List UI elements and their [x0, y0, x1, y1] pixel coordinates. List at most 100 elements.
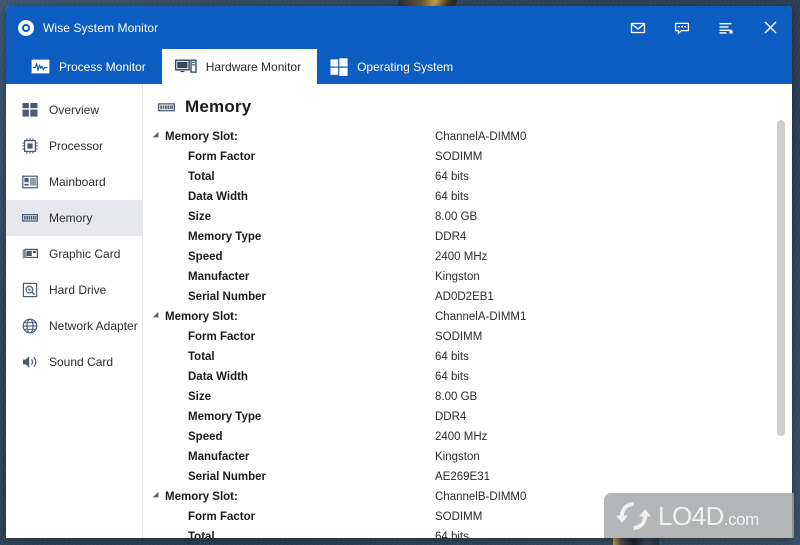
sidebar-item-network-adapter[interactable]: Network Adapter — [6, 308, 142, 344]
memory-detail-row: Speed 2400 MHz — [143, 247, 792, 267]
memory-detail-row: Form Factor SODIMM — [143, 147, 792, 167]
memory-detail-row: Memory Type DDR4 — [143, 227, 792, 247]
close-icon[interactable] — [748, 6, 792, 49]
process-monitor-icon — [31, 59, 50, 74]
detail-key: Total — [188, 351, 215, 363]
title-bar-brand: Wise System Monitor — [18, 6, 158, 49]
sidebar-item-sound-card[interactable]: Sound Card — [6, 344, 142, 380]
sidebar-item-hard-drive[interactable]: Hard Drive — [6, 272, 142, 308]
detail-key: Data Width — [188, 371, 248, 383]
memory-detail-list: Memory Slot: ChannelA-DIMM0 Form Factor SOD… — [143, 127, 792, 538]
sidebar-item-processor[interactable]: Processor — [6, 128, 142, 164]
memory-detail-row: Data Width 64 bits — [143, 187, 792, 207]
tab-process-monitor[interactable]: Process Monitor — [18, 49, 162, 84]
scrollbar-track[interactable] — [777, 120, 785, 486]
content-panel: Memory Memory Slot: ChannelA-DIMM0 Form Fa… — [143, 84, 792, 538]
operating-system-icon — [330, 57, 348, 76]
detail-key: Form Factor — [188, 511, 256, 523]
detail-key: Form Factor — [188, 331, 256, 343]
detail-value: SODIMM — [435, 151, 483, 163]
desktop-background: Wise System Monitor Process Monitor Hard… — [0, 0, 800, 545]
memory-detail-row: Size 8.00 GB — [143, 387, 792, 407]
graphic-card-icon — [22, 248, 38, 259]
memory-detail-row: Size 8.00 GB — [143, 207, 792, 227]
detail-value: 64 bits — [435, 371, 469, 383]
processor-icon — [22, 138, 38, 154]
memory-slot-group-row[interactable]: Memory Slot: ChannelA-DIMM0 — [143, 127, 792, 147]
sidebar-item-label: Processor — [49, 139, 104, 153]
detail-value: 2400 MHz — [435, 431, 488, 443]
detail-key: Size — [188, 391, 212, 403]
detail-value: 8.00 GB — [435, 211, 478, 223]
sidebar-item-label: Graphic Card — [49, 247, 121, 261]
sidebar-item-label: Memory — [49, 211, 93, 225]
detail-value: AD0D2EB1 — [435, 291, 494, 303]
app-window: Wise System Monitor Process Monitor Hard… — [6, 6, 792, 538]
hardware-monitor-icon — [174, 59, 197, 73]
sidebar-item-label: Overview — [49, 103, 100, 117]
detail-value: Kingston — [435, 451, 480, 463]
sound-card-icon — [23, 356, 37, 368]
scrollbar-thumb[interactable] — [777, 120, 785, 436]
memory-icon — [22, 213, 38, 222]
tab-label: Process Monitor — [59, 59, 146, 74]
memory-icon — [158, 102, 175, 111]
sidebar-item-label: Sound Card — [49, 355, 114, 369]
window-title: Wise System Monitor — [43, 20, 159, 35]
tab-label: Hardware Monitor — [205, 59, 302, 74]
sidebar-item-label: Hard Drive — [49, 283, 107, 297]
menu-icon[interactable] — [704, 6, 748, 49]
detail-value: SODIMM — [435, 331, 483, 343]
memory-detail-row: Form Factor SODIMM — [143, 327, 792, 347]
mail-icon[interactable] — [616, 6, 660, 49]
tab-label: Operating System — [357, 59, 454, 74]
detail-value: 64 bits — [435, 351, 469, 363]
refresh-arrows-icon — [616, 501, 651, 530]
detail-value: 2400 MHz — [435, 251, 488, 263]
detail-key: Serial Number — [188, 471, 266, 483]
detail-value: ChannelB-DIMM0 — [435, 491, 527, 503]
tab-strip: Process Monitor Hardware Monitor Operati… — [6, 49, 792, 84]
detail-value: DDR4 — [435, 231, 467, 243]
sidebar: Overview Processor Mainboard Memory Grap… — [6, 84, 143, 538]
memory-detail-row: Serial Number AE269E31 — [143, 467, 792, 487]
memory-detail-row: Data Width 64 bits — [143, 367, 792, 387]
sidebar-item-graphic-card[interactable]: Graphic Card — [6, 236, 142, 272]
detail-value: 8.00 GB — [435, 391, 478, 403]
mainboard-icon — [22, 175, 38, 189]
detail-key: Speed — [188, 431, 223, 443]
feedback-icon[interactable] — [660, 6, 704, 49]
watermark-suffix: .com — [723, 509, 759, 529]
memory-slot-group-row[interactable]: Memory Slot: ChannelA-DIMM1 — [143, 307, 792, 327]
tab-hardware-monitor[interactable]: Hardware Monitor — [161, 49, 318, 84]
content-header: Memory — [143, 84, 792, 117]
detail-key: Manufacter — [188, 451, 250, 463]
detail-value: 64 bits — [435, 171, 469, 183]
overview-icon — [22, 103, 38, 117]
detail-key: Size — [188, 211, 212, 223]
watermark: LO4D.com — [604, 493, 794, 538]
title-bar-buttons — [616, 6, 792, 49]
memory-detail-row: Speed 2400 MHz — [143, 427, 792, 447]
detail-key: Total — [188, 531, 215, 538]
sidebar-item-overview[interactable]: Overview — [6, 92, 142, 128]
hard-drive-icon — [22, 282, 38, 298]
detail-key: Memory Type — [188, 231, 262, 243]
tab-operating-system[interactable]: Operating System — [317, 49, 469, 84]
memory-detail-row: Total 64 bits — [143, 347, 792, 367]
app-logo-icon — [18, 19, 34, 36]
detail-key: Speed — [188, 251, 223, 263]
sidebar-item-mainboard[interactable]: Mainboard — [6, 164, 142, 200]
memory-detail-row: Manufacter Kingston — [143, 267, 792, 287]
detail-key: Manufacter — [188, 271, 250, 283]
detail-value: ChannelA-DIMM1 — [435, 311, 527, 323]
detail-value: ChannelA-DIMM0 — [435, 131, 527, 143]
watermark-brand: LO4D — [658, 500, 724, 531]
memory-detail-row: Total 64 bits — [143, 167, 792, 187]
watermark-text: LO4D.com — [658, 503, 759, 529]
detail-value: 64 bits — [435, 531, 469, 538]
sidebar-item-memory[interactable]: Memory — [6, 200, 142, 236]
sidebar-item-label: Mainboard — [49, 175, 106, 189]
page-title: Memory — [185, 97, 252, 116]
detail-key: Form Factor — [188, 151, 256, 163]
